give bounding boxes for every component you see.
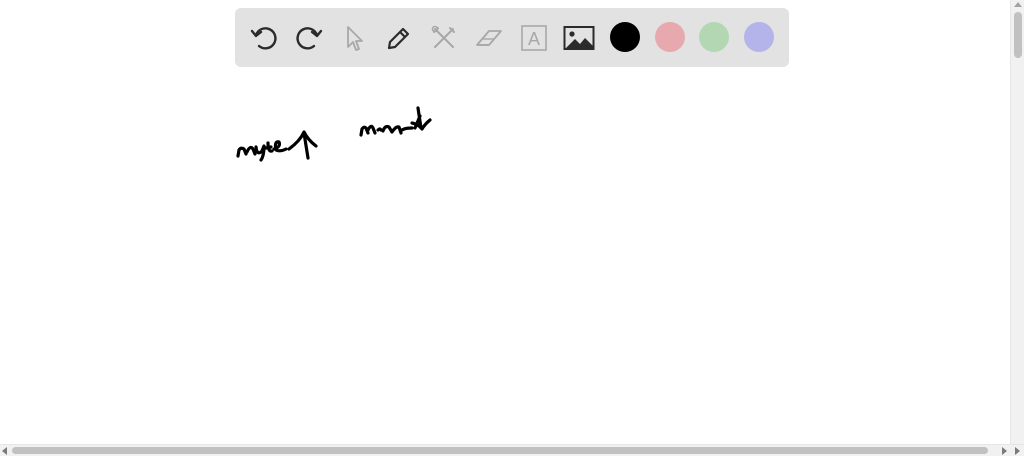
undo-icon (250, 27, 277, 50)
text-tool-button[interactable]: A (518, 22, 550, 54)
drawing-toolbar: A (235, 8, 789, 67)
vertical-scrollbar[interactable] (1010, 0, 1024, 444)
undo-button[interactable] (248, 22, 280, 54)
ink-stroke-word-2 (359, 106, 432, 137)
vertical-scroll-thumb[interactable] (1014, 12, 1022, 58)
image-tool-button[interactable] (563, 22, 595, 54)
eraser-button[interactable] (473, 22, 505, 54)
redo-button[interactable] (293, 22, 325, 54)
corner-scroll-right-icon[interactable] (1015, 447, 1020, 455)
eraser-icon (476, 30, 502, 46)
whiteboard-canvas[interactable]: A (0, 0, 1010, 444)
horizontal-scrollbar[interactable] (0, 444, 1024, 456)
text-icon: A (521, 25, 547, 51)
tools-icon (431, 25, 455, 48)
color-swatch-black[interactable] (610, 22, 640, 52)
scroll-up-icon[interactable] (1014, 2, 1022, 7)
pointer-icon (347, 26, 363, 51)
pointer-tool-button[interactable] (338, 22, 370, 54)
pen-tool-button[interactable] (383, 22, 415, 54)
color-swatch-lavender[interactable] (744, 22, 774, 52)
redo-icon (296, 27, 323, 50)
scroll-right-icon[interactable] (1002, 447, 1007, 455)
text-tool-glyph: A (528, 29, 540, 49)
image-icon (563, 26, 595, 50)
pen-icon (387, 27, 410, 50)
tools-button[interactable] (428, 22, 460, 54)
ink-stroke-up-arrow (287, 130, 318, 160)
horizontal-scroll-thumb[interactable] (12, 447, 988, 454)
scroll-left-icon[interactable] (2, 447, 7, 455)
color-swatch-pink[interactable] (655, 22, 685, 52)
color-swatch-green[interactable] (699, 22, 729, 52)
ink-stroke-word-1 (236, 140, 288, 162)
